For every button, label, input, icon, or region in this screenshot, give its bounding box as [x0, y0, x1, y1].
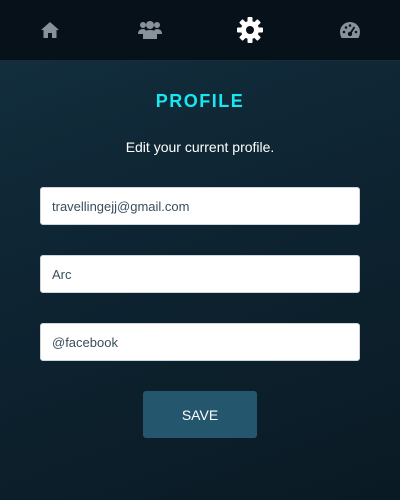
social-field[interactable]: [40, 323, 360, 361]
email-field[interactable]: [40, 187, 360, 225]
dashboard-gauge-icon: [340, 22, 360, 38]
page-subtitle: Edit your current profile.: [125, 139, 275, 155]
name-field[interactable]: [40, 255, 360, 293]
save-button[interactable]: SAVE: [143, 391, 257, 438]
gear-icon: [237, 17, 263, 43]
profile-panel: PROFILE Edit your current profile. SAVE: [0, 91, 400, 438]
nav-users[interactable]: [120, 0, 180, 61]
top-navigation: [0, 0, 400, 61]
app-window: PROFILE Edit your current profile. SAVE: [0, 0, 400, 500]
nav-home[interactable]: [20, 0, 80, 61]
page-title: PROFILE: [155, 91, 245, 111]
nav-settings[interactable]: [220, 0, 280, 61]
users-icon: [138, 21, 162, 39]
home-icon: [41, 22, 59, 38]
nav-dashboard[interactable]: [320, 0, 380, 61]
